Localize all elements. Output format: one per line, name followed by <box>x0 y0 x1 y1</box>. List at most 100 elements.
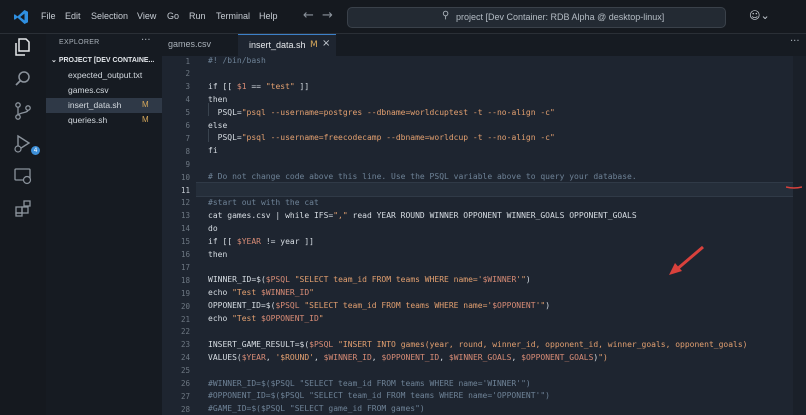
tab-insert-data[interactable]: insert_data.sh M × <box>238 34 336 57</box>
menu-edit[interactable]: Edit <box>65 11 81 21</box>
project-folder-header[interactable]: ⌄ PROJECT [DEV CONTAINE... <box>51 56 159 64</box>
code-line[interactable]: WINNER_ID=$($PSQL "SELECT team_id FROM t… <box>208 275 531 284</box>
minimap[interactable] <box>793 56 806 415</box>
tab-games-csv[interactable]: games.csv <box>162 34 238 56</box>
annotation-mark <box>786 186 802 189</box>
search-icon[interactable] <box>12 68 34 90</box>
code-line[interactable]: INSERT_GAME_RESULT=$($PSQL "INSERT INTO … <box>208 340 747 349</box>
file-games-csv[interactable]: games.csv <box>46 83 162 98</box>
file-insert-data[interactable]: insert_data.sh M <box>46 98 162 113</box>
code-line[interactable]: if [[ $YEAR != year ]] <box>208 237 314 246</box>
line-number: 18 <box>180 275 190 285</box>
code-line[interactable]: PSQL="psql --username=freecodecamp --dbn… <box>208 133 555 142</box>
explorer-sidebar: EXPLORER ··· ⌄ PROJECT [DEV CONTAINE... … <box>46 34 162 415</box>
file-name: insert_data.sh <box>68 100 122 110</box>
code-line[interactable]: fi <box>208 146 218 155</box>
code-line[interactable]: if [[ $1 == "test" ]] <box>208 82 309 91</box>
modified-badge: M <box>142 115 149 124</box>
run-debug-icon[interactable] <box>12 132 34 154</box>
search-icon: ⚲ <box>442 10 450 21</box>
file-name: games.csv <box>68 85 109 95</box>
code-line[interactable]: then <box>208 95 227 104</box>
code-line[interactable]: #! /bin/bash <box>208 56 266 65</box>
line-number: 12 <box>180 198 190 208</box>
line-number: 2 <box>185 69 190 79</box>
line-number: 7 <box>185 133 190 143</box>
code-line[interactable]: # Do not change code above this line. Us… <box>208 172 637 181</box>
command-center-search[interactable]: ⚲ project [Dev Container: RDB Alpha @ de… <box>347 7 726 28</box>
annotation-arrow <box>669 245 704 275</box>
explorer-title: EXPLORER <box>59 39 100 46</box>
line-number: 20 <box>180 301 190 311</box>
editor-tabs: games.csv insert_data.sh M × ··· <box>162 34 806 57</box>
code-line[interactable]: #OPPONENT_ID=$($PSQL "SELECT team_id FRO… <box>208 391 550 400</box>
line-number: 21 <box>180 314 190 324</box>
line-number: 13 <box>180 211 190 221</box>
line-number: 4 <box>185 95 190 105</box>
menu-view[interactable]: View <box>137 11 156 21</box>
copilot-icon[interactable]: ☺⌄ <box>749 9 770 22</box>
close-icon[interactable]: × <box>322 38 330 49</box>
code-line[interactable]: #GAME_ID=$($PSQL "SELECT game_id FROM ga… <box>208 404 425 413</box>
line-number: 19 <box>180 288 190 298</box>
tabs-more-button[interactable]: ··· <box>790 36 800 47</box>
code-line[interactable]: #WINNER_ID=$($PSQL "SELECT team_id FROM … <box>208 379 531 388</box>
search-label: project [Dev Container: RDB Alpha @ desk… <box>456 12 665 22</box>
line-number: 16 <box>180 250 190 259</box>
line-number: 25 <box>180 366 190 376</box>
explorer-more-button[interactable]: ··· <box>141 35 151 46</box>
code-line[interactable]: cat games.csv | while IFS="," read YEAR … <box>208 211 637 220</box>
modified-badge: M <box>142 100 149 109</box>
back-arrow-icon[interactable]: ← <box>303 8 314 23</box>
code-line[interactable]: OPPONENT_ID=$($PSQL "SELECT team_id FROM… <box>208 301 550 310</box>
activity-bar: 4 <box>0 34 46 415</box>
line-number: 24 <box>180 353 190 363</box>
line-number: 5 <box>185 108 190 118</box>
line-number: 1 <box>185 56 190 66</box>
menu-help[interactable]: Help <box>259 11 278 21</box>
code-line[interactable]: echo "Test $OPPONENT_ID" <box>208 314 324 323</box>
code-editor[interactable]: 1 2 3 4 5 6 7 8 9 10 11 12 13 14 15 16 17 18 19 20 21 22 23 24 2… <box>162 56 806 415</box>
line-number: 28 <box>180 404 190 414</box>
code-line[interactable]: then <box>208 250 227 259</box>
source-control-icon[interactable] <box>12 100 34 122</box>
line-number: 14 <box>180 224 190 234</box>
remote-explorer-icon[interactable] <box>12 165 34 187</box>
menu-file[interactable]: File <box>41 11 56 21</box>
tab-modified-badge: M <box>310 40 318 50</box>
line-number: 15 <box>180 237 190 247</box>
line-number: 27 <box>180 391 190 401</box>
code-line[interactable]: do <box>208 224 218 233</box>
line-number: 22 <box>180 327 190 337</box>
extensions-icon[interactable] <box>12 198 34 220</box>
code-line[interactable]: echo "Test $WINNER_ID" <box>208 288 314 297</box>
menu-run[interactable]: Run <box>189 11 206 21</box>
chevron-down-icon: ⌄ <box>51 57 57 64</box>
project-folder-label: PROJECT [DEV CONTAINE... <box>58 57 155 64</box>
menu-terminal[interactable]: Terminal <box>216 11 250 21</box>
code-line[interactable]: VALUES($YEAR, '$ROUND', $WINNER_ID, $OPP… <box>208 353 608 362</box>
line-number: 9 <box>185 159 190 169</box>
menu-go[interactable]: Go <box>167 11 179 21</box>
file-name: expected_output.txt <box>68 70 143 80</box>
file-expected-output[interactable]: expected_output.txt <box>46 68 162 83</box>
current-line-highlight <box>196 182 806 197</box>
vscode-window: File Edit Selection View Go Run Terminal… <box>0 0 806 415</box>
menu-selection[interactable]: Selection <box>91 11 128 21</box>
line-number: 10 <box>180 172 190 182</box>
forward-arrow-icon[interactable]: → <box>322 8 333 23</box>
vscode-logo-icon <box>14 10 28 24</box>
title-bar: File Edit Selection View Go Run Terminal… <box>0 0 806 34</box>
tab-label: insert_data.sh <box>249 40 306 50</box>
explorer-icon[interactable] <box>12 36 34 58</box>
line-number: 11 <box>180 185 190 195</box>
code-line[interactable]: #start out with the cat <box>208 198 319 207</box>
line-number: 26 <box>180 379 190 388</box>
line-number: 23 <box>180 340 190 350</box>
code-line[interactable]: PSQL="psql --username=postgres --dbname=… <box>208 108 555 117</box>
line-number: 17 <box>180 262 190 272</box>
line-number: 3 <box>185 82 190 92</box>
code-line[interactable]: else <box>208 121 227 130</box>
file-name: queries.sh <box>68 115 108 125</box>
file-queries[interactable]: queries.sh M <box>46 113 162 128</box>
